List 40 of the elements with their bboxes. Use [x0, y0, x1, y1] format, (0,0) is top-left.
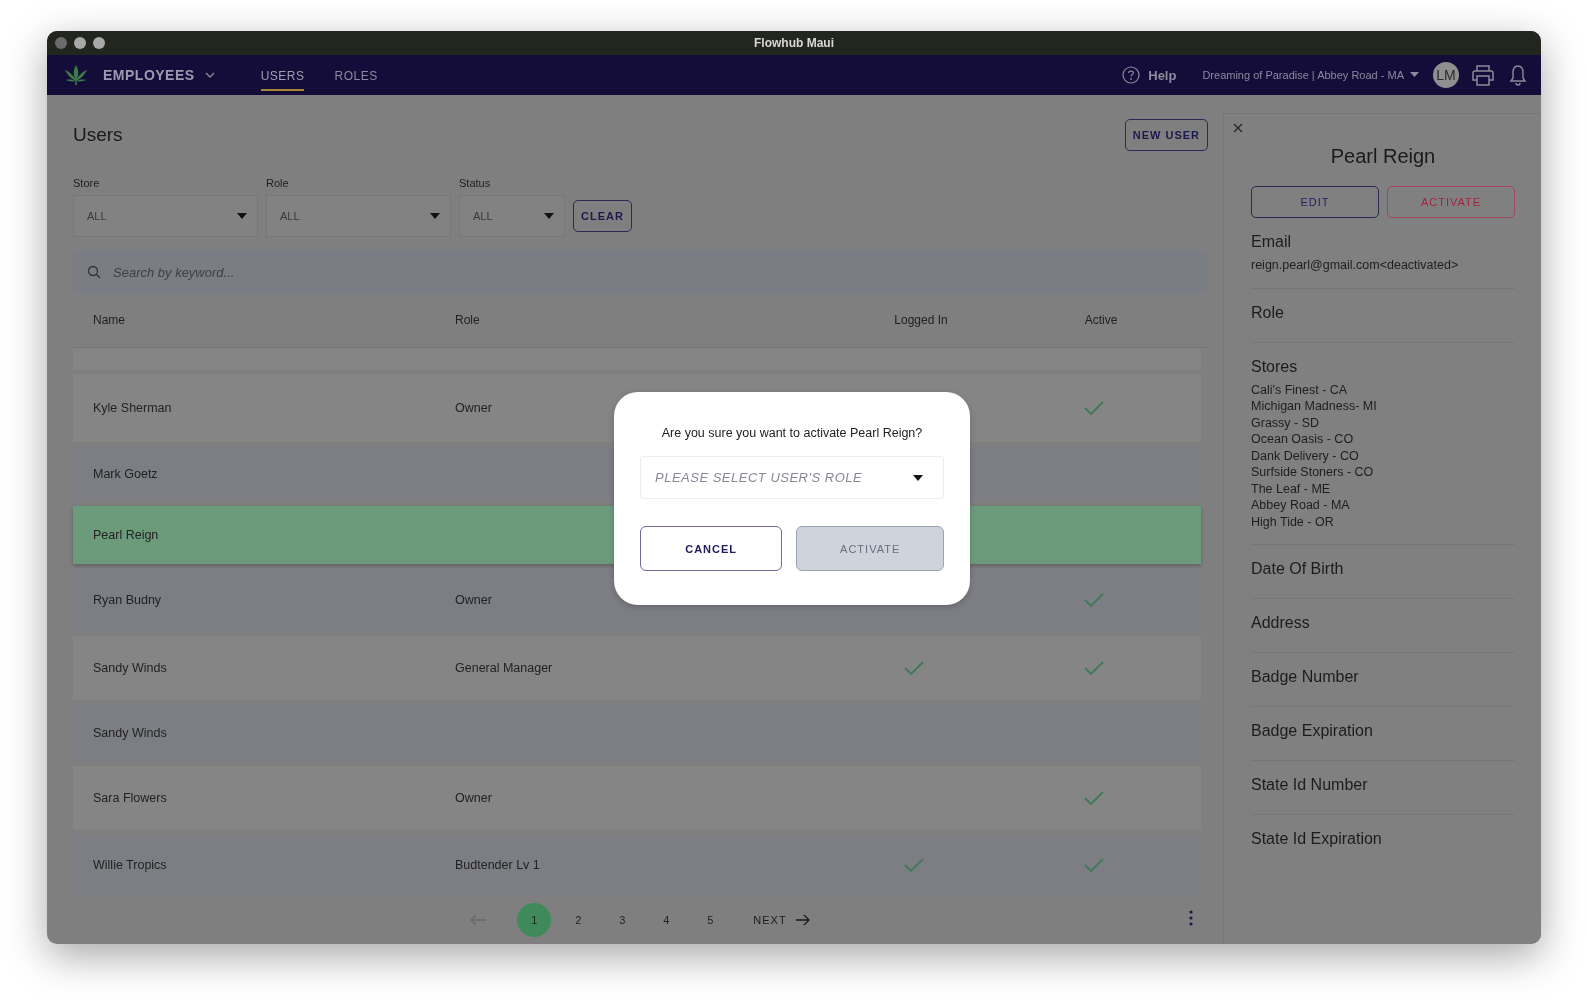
window-title: Flowhub Maui	[754, 36, 834, 50]
name-cell-text: Kyle Sherman	[93, 401, 173, 415]
field-label: State Id Expiration	[1251, 830, 1383, 848]
name-cell-text: Willie Tropics	[93, 858, 168, 872]
field-value: Michigan Madness- MI	[1251, 398, 1378, 415]
name-cell-text: Sandy Winds	[93, 661, 168, 675]
field-label: Badge Number	[1251, 668, 1360, 686]
filter-label: Store	[73, 177, 101, 189]
field-label: Stores	[1251, 357, 1299, 376]
page-title: Users	[73, 124, 123, 146]
field-label: Role	[1251, 303, 1285, 322]
field-label: Date Of Birth	[1251, 560, 1345, 578]
name-cell-text: Sandy Winds	[93, 726, 168, 740]
field-value: Cali's Finest - CA	[1251, 381, 1349, 398]
name-cell-text: Mark Goetz	[93, 467, 159, 481]
role-cell: General Manager	[455, 661, 553, 675]
role-cell: Owner	[455, 791, 492, 805]
user-name: Pearl Reign	[1329, 145, 1437, 168]
field-value: Grassy - SD	[1251, 414, 1321, 431]
field-value: Ocean Oasis - CO	[1251, 431, 1355, 448]
field-value: Surfside Stoners - CO	[1251, 464, 1375, 481]
name-cell-text: Sara Flowers	[93, 791, 168, 805]
field-value: Dank Delivery - CO	[1251, 447, 1360, 464]
section-title: EMPLOYEES	[103, 67, 195, 83]
dialog-message: Are you sure you want to activate Pearl Reign?	[661, 426, 923, 440]
role-cell: Owner	[455, 593, 492, 607]
name-cell-text: Ryan Budny	[93, 593, 163, 607]
field-value: Abbey Road - MA	[1251, 497, 1351, 514]
field-label: Address	[1251, 614, 1311, 632]
field-label: Badge Expiration	[1251, 722, 1374, 740]
name-cell-text: Pearl Reign	[93, 528, 160, 542]
filter-label: Status	[459, 177, 492, 189]
field-value: reign.pearl@gmail.com<deactivated>	[1251, 257, 1460, 274]
role-cell: Budtender Lv 1	[455, 858, 540, 872]
field-value: High Tide - OR	[1251, 513, 1335, 530]
field-label: Email	[1251, 233, 1292, 251]
field-label: State Id Number	[1251, 776, 1369, 794]
filter-label: Role	[266, 177, 290, 189]
role-cell: Owner	[455, 401, 492, 415]
field-value: The Leaf - ME	[1251, 480, 1332, 497]
